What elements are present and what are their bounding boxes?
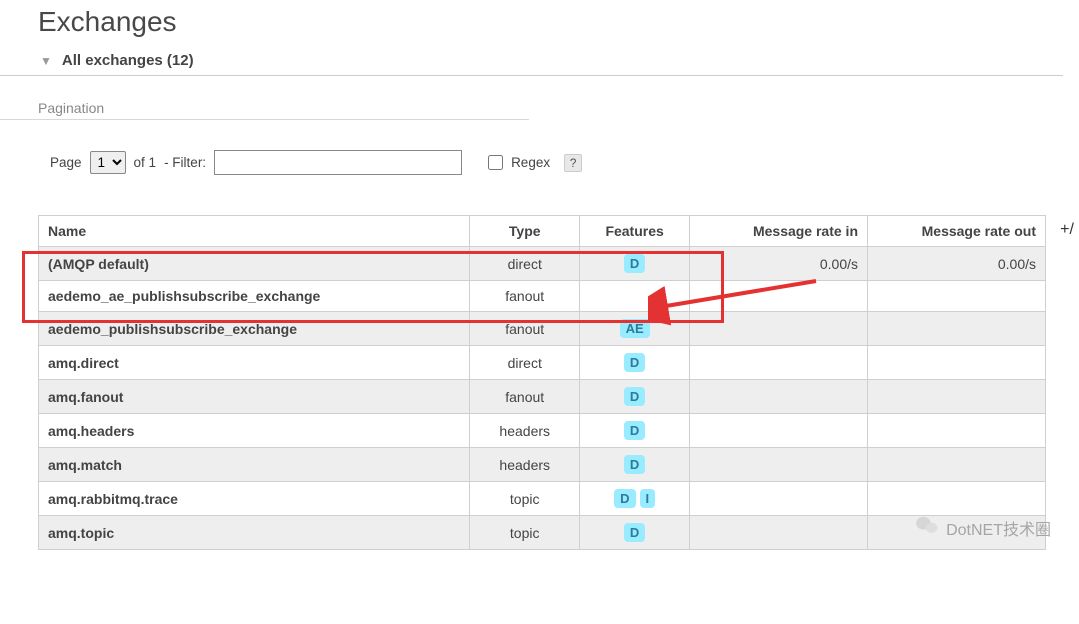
filter-input[interactable]: [214, 150, 462, 175]
exchange-name-link[interactable]: amq.topic: [39, 516, 470, 550]
page-select[interactable]: 1: [90, 151, 126, 174]
table-row: amq.rabbitmq.tracetopicDI: [39, 482, 1046, 516]
filter-label: - Filter:: [164, 155, 206, 170]
section-header-label: All exchanges (12): [62, 52, 194, 69]
col-rate-out-header[interactable]: Message rate out: [868, 216, 1046, 247]
exchange-features: AE: [580, 312, 690, 346]
pagination-heading: Pagination: [0, 76, 529, 120]
rate-in: [690, 516, 868, 550]
col-name-header[interactable]: Name: [39, 216, 470, 247]
feature-badge: D: [624, 455, 645, 474]
feature-badge: I: [640, 489, 656, 508]
exchange-features: D: [580, 448, 690, 482]
rate-in: [690, 346, 868, 380]
exchange-name-link[interactable]: amq.headers: [39, 414, 470, 448]
exchange-type: fanout: [470, 281, 580, 312]
exchange-type: fanout: [470, 380, 580, 414]
exchange-features: [580, 281, 690, 312]
feature-badge: D: [614, 489, 635, 508]
exchange-features: D: [580, 414, 690, 448]
exchange-name-link[interactable]: amq.match: [39, 448, 470, 482]
table-row: aedemo_publishsubscribe_exchangefanout AE: [39, 312, 1046, 346]
exchange-name-link[interactable]: (AMQP default): [39, 247, 470, 281]
table-row: (AMQP default)direct D 0.00/s0.00/s: [39, 247, 1046, 281]
watermark-text: DotNET技术圈: [946, 516, 1051, 540]
exchange-name-link[interactable]: amq.rabbitmq.trace: [39, 482, 470, 516]
feature-badge: D: [624, 254, 645, 273]
regex-checkbox[interactable]: [488, 155, 503, 170]
exchange-name-link[interactable]: amq.fanout: [39, 380, 470, 414]
add-exchange-button[interactable]: +/: [1055, 215, 1079, 249]
col-rate-in-header[interactable]: Message rate in: [690, 216, 868, 247]
rate-in: [690, 414, 868, 448]
rate-out: [868, 281, 1046, 312]
exchange-type: topic: [470, 516, 580, 550]
rate-out: 0.00/s: [868, 247, 1046, 281]
exchange-type: headers: [470, 414, 580, 448]
exchange-features: D: [580, 380, 690, 414]
feature-badge: D: [624, 421, 645, 440]
exchange-name-link[interactable]: aedemo_publishsubscribe_exchange: [39, 312, 470, 346]
exchange-name-link[interactable]: amq.direct: [39, 346, 470, 380]
table-row: amq.topictopic D: [39, 516, 1046, 550]
rate-in: [690, 312, 868, 346]
exchanges-table: Name Type Features Message rate in Messa…: [38, 215, 1046, 550]
page-title: Exchanges: [0, 0, 1079, 48]
rate-in: [690, 448, 868, 482]
page-of-text: of 1: [134, 155, 157, 170]
wechat-icon: [916, 515, 938, 540]
section-header[interactable]: ▼ All exchanges (12): [0, 48, 1063, 76]
exchange-type: fanout: [470, 312, 580, 346]
feature-badge: D: [624, 353, 645, 372]
exchange-type: direct: [470, 247, 580, 281]
exchange-type: direct: [470, 346, 580, 380]
regex-label: Regex: [511, 155, 550, 170]
exchange-features: DI: [580, 482, 690, 516]
table-row: amq.fanoutfanout D: [39, 380, 1046, 414]
rate-out: [868, 482, 1046, 516]
exchange-name-link[interactable]: aedemo_ae_publishsubscribe_exchange: [39, 281, 470, 312]
chevron-down-icon: ▼: [40, 54, 52, 68]
watermark: DotNET技术圈: [916, 515, 1051, 540]
table-row: aedemo_ae_publishsubscribe_exchangefanou…: [39, 281, 1046, 312]
rate-in: [690, 482, 868, 516]
rate-out: [868, 380, 1046, 414]
col-type-header[interactable]: Type: [470, 216, 580, 247]
rate-in: 0.00/s: [690, 247, 868, 281]
table-row: amq.matchheaders D: [39, 448, 1046, 482]
rate-out: [868, 414, 1046, 448]
exchange-type: topic: [470, 482, 580, 516]
rate-out: [868, 312, 1046, 346]
rate-out: [868, 346, 1046, 380]
exchange-type: headers: [470, 448, 580, 482]
exchange-features: D: [580, 346, 690, 380]
exchange-features: D: [580, 516, 690, 550]
page-label: Page: [50, 155, 82, 170]
col-features-header[interactable]: Features: [580, 216, 690, 247]
rate-out: [868, 448, 1046, 482]
feature-badge: AE: [620, 319, 650, 338]
rate-in: [690, 380, 868, 414]
table-row: amq.headersheaders D: [39, 414, 1046, 448]
feature-badge: D: [624, 387, 645, 406]
pagination-controls: Page 1 of 1 - Filter: Regex ?: [0, 120, 1079, 215]
feature-badge: D: [624, 523, 645, 542]
regex-help-button[interactable]: ?: [564, 154, 582, 172]
rate-in: [690, 281, 868, 312]
table-row: amq.directdirect D: [39, 346, 1046, 380]
exchange-features: D: [580, 247, 690, 281]
